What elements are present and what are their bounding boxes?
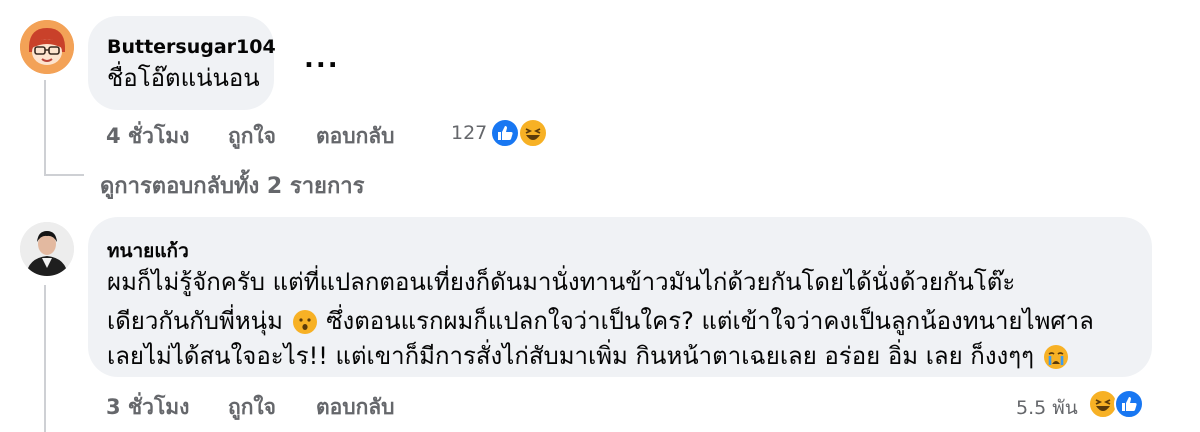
- reaction-count[interactable]: 5.5 พัน: [1016, 393, 1078, 423]
- comment-text-line: ผมก็ไม่รู้จักครับ แต่ที่แปลกตอนเที่ยงก็ด…: [107, 268, 1016, 296]
- like-button[interactable]: ถูกใจ: [228, 120, 276, 153]
- reply-button[interactable]: ตอบกลับ: [316, 391, 395, 424]
- comment-text-line: เลยไม่ได้สนใจอะไร!! แต่เขาก็มีการสั่งไก่…: [107, 337, 1070, 375]
- reaction-count[interactable]: 127: [451, 122, 487, 144]
- like-icon: [1114, 389, 1144, 419]
- comment-timestamp[interactable]: 3 ชั่วโมง: [106, 391, 189, 424]
- comment-text-segment: ซึ่งตอนแรกผมก็แปลกใจว่าเป็นใคร? แต่เข้าใ…: [326, 307, 1094, 335]
- comment-text-segment: เลยไม่ได้สนใจอะไร!! แต่เขาก็มีการสั่งไก่…: [107, 342, 1035, 370]
- comment-timestamp[interactable]: 4 ชั่วโมง: [106, 120, 189, 153]
- thread-line: [44, 285, 46, 432]
- comment-text-line: เดียวกันกับพี่หนุ่ม ซึ่งตอนแรกผมก็แปลกใจ…: [107, 302, 1094, 340]
- hushed-face-icon: [292, 310, 317, 334]
- avatar[interactable]: [20, 222, 74, 276]
- like-icon: [490, 118, 520, 148]
- comment-author[interactable]: Buttersugar104: [107, 36, 276, 58]
- thread-line: [44, 80, 46, 176]
- view-replies-link[interactable]: ดูการตอบกลับทั้ง 2 รายการ: [100, 168, 364, 203]
- comment-text-segment: เดียวกันกับพี่หนุ่ม: [107, 307, 283, 335]
- profile-photo-icon: [20, 222, 74, 276]
- thread-line-curve: [44, 174, 84, 176]
- crying-face-icon: [1043, 345, 1068, 369]
- reply-button[interactable]: ตอบกลับ: [316, 120, 395, 153]
- more-options-button[interactable]: ...: [304, 44, 340, 74]
- cartoon-avatar-icon: [20, 20, 74, 74]
- haha-icon: [518, 118, 548, 148]
- avatar[interactable]: [20, 20, 74, 74]
- comment-text: ชื่อโอ๊ตแน่นอน: [107, 64, 260, 92]
- like-button[interactable]: ถูกใจ: [228, 391, 276, 424]
- comment-author[interactable]: ทนายแก้ว: [107, 236, 189, 266]
